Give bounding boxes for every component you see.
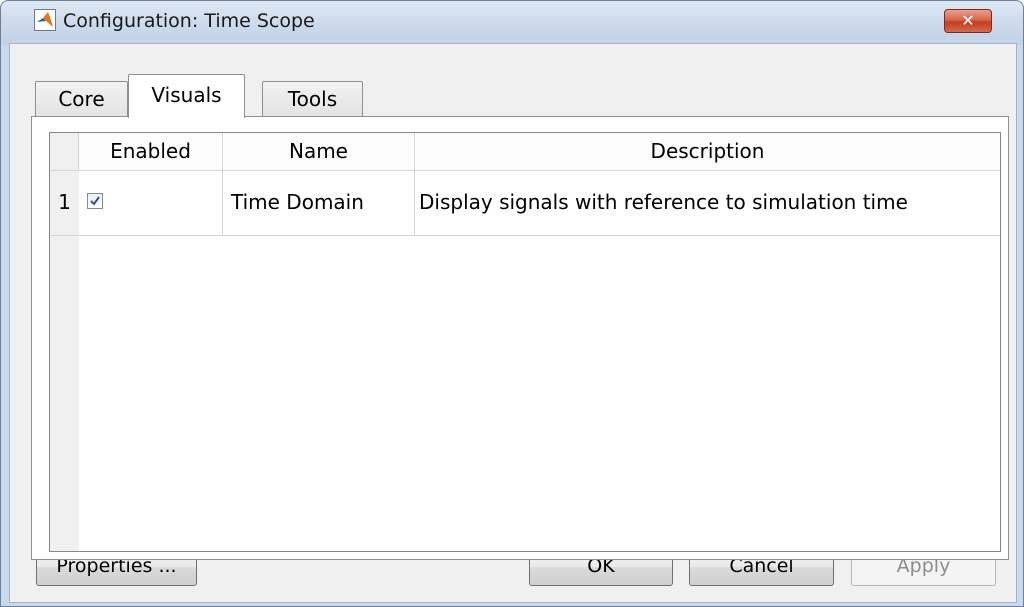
close-icon: ✕ [961,11,975,30]
header-rownum [50,133,79,170]
matlab-icon [34,9,56,31]
header-description[interactable]: Description [415,133,1000,170]
row-number: 1 [58,190,71,214]
checkmark-icon [90,196,100,206]
tab-visuals-label: Visuals [151,83,222,107]
enabled-checkbox[interactable] [87,193,103,209]
dialog-body: Core Visuals Tools Enabled Name Descript… [9,43,1017,603]
title-bar[interactable]: Configuration: Time Scope ✕ [1,1,1023,45]
description-cell[interactable]: Display signals with reference to simula… [415,170,1000,235]
tab-tools[interactable]: Tools [262,81,363,117]
close-button[interactable]: ✕ [944,9,992,33]
name-cell[interactable]: Time Domain [223,170,415,235]
visuals-panel: Enabled Name Description 1 Time Domain D… [31,116,1009,560]
tab-visuals[interactable]: Visuals [128,74,245,118]
visuals-table: Enabled Name Description 1 Time Domain D… [49,132,1001,552]
tab-core-label: Core [58,87,105,111]
header-enabled[interactable]: Enabled [79,133,223,170]
tab-core[interactable]: Core [35,81,128,117]
table-row[interactable]: 1 Time Domain Display signals with refer… [50,170,1000,236]
table-header: Enabled Name Description [50,133,1000,171]
tab-tools-label: Tools [287,87,338,111]
window-title: Configuration: Time Scope [63,10,315,32]
configuration-dialog: Configuration: Time Scope ✕ Core Visuals… [0,0,1024,607]
enabled-cell[interactable] [79,170,223,235]
header-name[interactable]: Name [223,133,415,170]
